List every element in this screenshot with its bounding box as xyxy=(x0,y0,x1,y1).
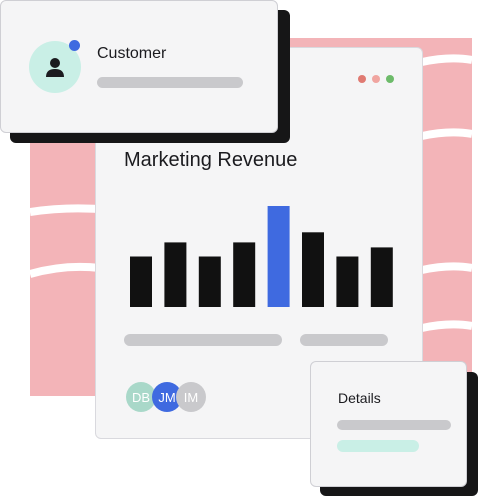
status-badge xyxy=(69,40,80,51)
placeholder-bar xyxy=(124,334,282,346)
chart-bar-highlighted xyxy=(267,206,290,307)
chart-bar xyxy=(233,242,256,307)
chart-bar xyxy=(370,247,393,307)
placeholder-bar xyxy=(97,77,243,88)
chart-bar xyxy=(198,256,221,307)
placeholder-bar xyxy=(337,420,451,430)
chart-bar xyxy=(336,256,359,307)
avatar-initials: JM xyxy=(158,389,176,405)
avatar-initials: DB xyxy=(131,389,151,405)
avatar[interactable]: IM xyxy=(176,382,206,412)
placeholder-bar-accent xyxy=(337,440,419,452)
chart-bar xyxy=(130,256,152,307)
details-title: Details xyxy=(338,390,381,406)
placeholder-bar xyxy=(300,334,388,346)
customer-title: Customer xyxy=(97,45,167,62)
avatar-group: DB JM IM xyxy=(126,382,216,412)
customer-card[interactable]: Customer xyxy=(0,0,278,133)
avatar-initials: IM xyxy=(183,389,199,405)
details-card[interactable]: Details xyxy=(310,361,467,487)
chart-bar xyxy=(164,242,187,307)
chart-bar xyxy=(302,232,324,307)
